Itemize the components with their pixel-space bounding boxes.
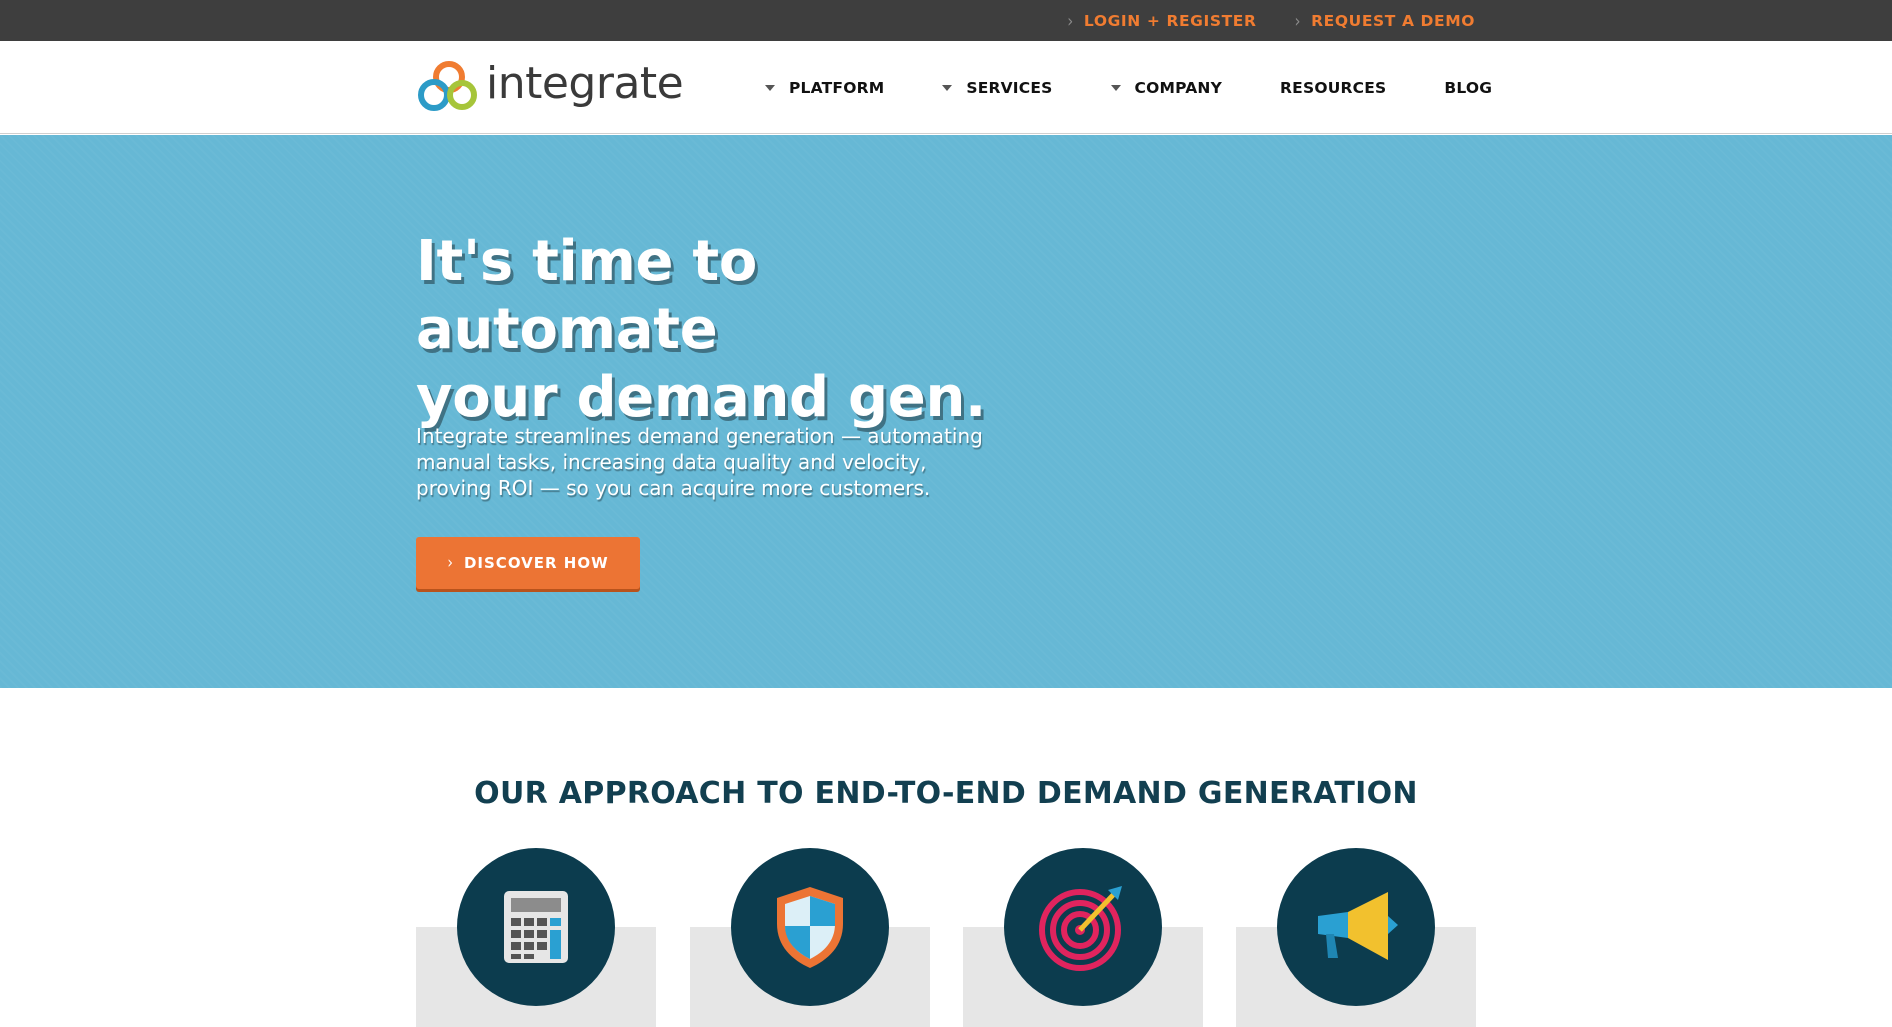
chevron-right-icon: › bbox=[447, 553, 454, 573]
nav-label-blog: BLOG bbox=[1444, 78, 1493, 97]
main-nav: PLATFORM SERVICES COMPANY RESOURCES BLOG bbox=[765, 41, 1492, 134]
logo-rings-icon bbox=[418, 61, 477, 111]
caret-down-icon bbox=[1110, 84, 1121, 91]
hero-title-line-2: your demand gen. bbox=[416, 365, 987, 430]
hero-title-line-1: It's time to automate bbox=[416, 229, 758, 362]
approach-cards bbox=[416, 848, 1476, 1027]
caret-down-icon bbox=[942, 84, 953, 91]
request-demo-link[interactable]: › REQUEST A DEMO bbox=[1294, 9, 1475, 32]
request-demo-label: REQUEST A DEMO bbox=[1311, 11, 1475, 30]
hero-subtitle-line-3: proving ROI — so you can acquire more cu… bbox=[416, 476, 931, 500]
calculator-icon bbox=[457, 848, 615, 1006]
login-register-link[interactable]: › LOGIN + REGISTER bbox=[1067, 9, 1257, 32]
nav-item-blog[interactable]: BLOG bbox=[1444, 79, 1492, 97]
hero-subtitle-line-1: Integrate streamlines demand generation … bbox=[416, 424, 983, 448]
main-header: integrate PLATFORM SERVICES COMPANY RESO… bbox=[0, 41, 1892, 134]
hero-title: It's time to automate your demand gen. bbox=[416, 228, 1036, 432]
hero-subtitle: Integrate streamlines demand generation … bbox=[416, 423, 986, 501]
hero-banner: It's time to automate your demand gen. I… bbox=[0, 135, 1892, 688]
nav-item-resources[interactable]: RESOURCES bbox=[1280, 79, 1386, 97]
chevron-right-icon: › bbox=[1294, 9, 1302, 32]
nav-item-services[interactable]: SERVICES bbox=[942, 79, 1052, 97]
hero-subtitle-line-2: manual tasks, increasing data quality an… bbox=[416, 450, 927, 474]
nav-item-company[interactable]: COMPANY bbox=[1110, 78, 1223, 97]
nav-label-company: COMPANY bbox=[1134, 78, 1223, 97]
nav-label-services: SERVICES bbox=[966, 78, 1053, 97]
nav-label-resources: RESOURCES bbox=[1280, 78, 1387, 97]
discover-how-label: DISCOVER HOW bbox=[463, 554, 609, 572]
chevron-right-icon: › bbox=[1067, 9, 1074, 32]
nav-label-platform: PLATFORM bbox=[789, 78, 885, 97]
megaphone-icon bbox=[1277, 848, 1435, 1006]
approach-section-title: OUR APPROACH TO END-TO-END DEMAND GENERA… bbox=[474, 776, 1418, 811]
utility-bar: › LOGIN + REGISTER › REQUEST A DEMO bbox=[0, 0, 1892, 41]
utility-links: › LOGIN + REGISTER › REQUEST A DEMO bbox=[1067, 0, 1475, 41]
discover-how-button[interactable]: › DISCOVER HOW bbox=[416, 537, 640, 589]
nav-item-platform[interactable]: PLATFORM bbox=[765, 79, 884, 97]
shield-icon bbox=[731, 848, 889, 1006]
target-icon bbox=[1004, 848, 1162, 1006]
caret-down-icon bbox=[765, 84, 775, 91]
login-register-label: LOGIN + REGISTER bbox=[1083, 11, 1257, 30]
logo-wordmark: integrate bbox=[486, 57, 684, 109]
integrate-logo[interactable]: integrate bbox=[416, 57, 684, 115]
